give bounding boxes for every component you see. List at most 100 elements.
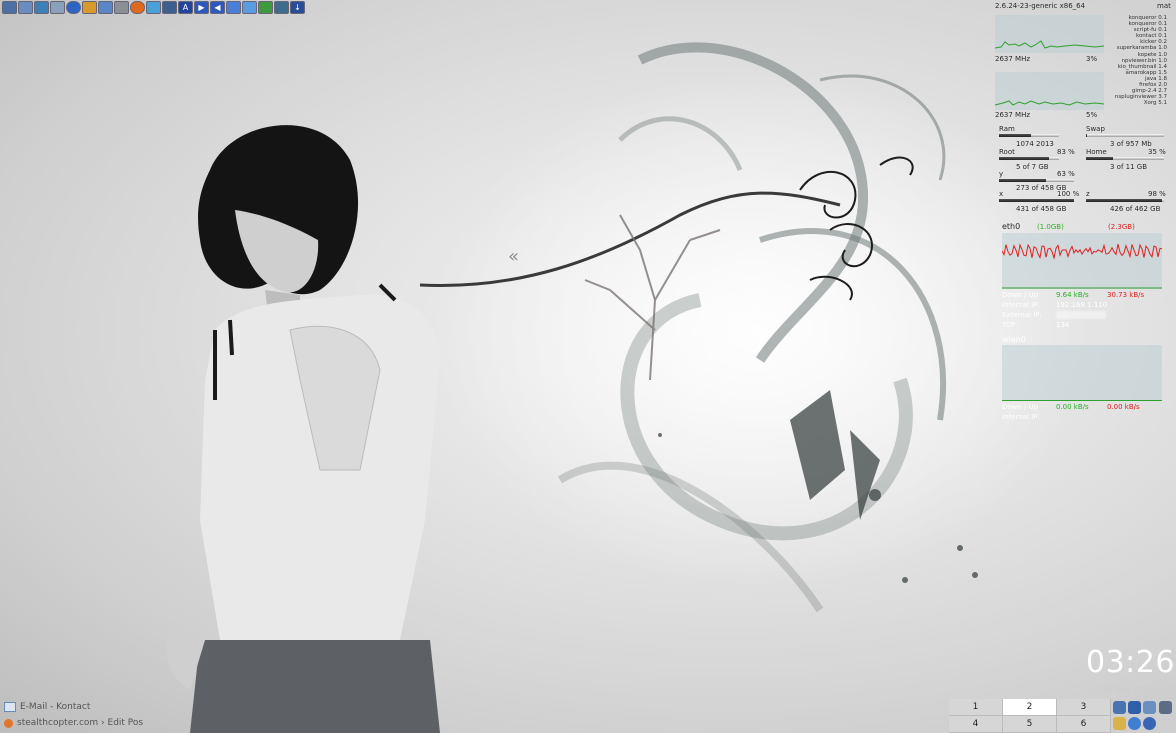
pager-desktop-6[interactable]: 6 bbox=[1057, 716, 1111, 733]
z-percent: 98 % bbox=[1148, 190, 1166, 198]
wlan0-up-rate: 0.00 kB/s bbox=[1107, 403, 1140, 411]
network-icon[interactable] bbox=[1143, 701, 1156, 714]
eth0-tcp-count: 134 bbox=[1056, 321, 1070, 329]
pager-desktop-2[interactable]: 2 bbox=[1003, 699, 1057, 716]
y-percent: 63 % bbox=[1057, 170, 1075, 178]
root-label: Root bbox=[999, 148, 1015, 156]
pager-desktop-3[interactable]: 3 bbox=[1057, 699, 1111, 716]
process-list: konqueror 0.1 konqueror 0.1 script-fu 0.1 k… bbox=[1115, 15, 1167, 106]
swap-value: 3 of 957 Mb bbox=[1110, 140, 1152, 148]
eth0-up-total: (2.3GB) bbox=[1108, 223, 1135, 231]
eth0-internal-ip: 192.168.1.110 bbox=[1056, 301, 1108, 309]
eth0-label: eth0 bbox=[1002, 222, 1021, 231]
ram-value: 1074 2013 bbox=[1016, 140, 1054, 148]
cpu1-load: 3% bbox=[1086, 55, 1098, 63]
process-item: superkaramba 1.0 bbox=[1116, 45, 1167, 52]
root-value: 5 of 7 GB bbox=[1016, 163, 1049, 171]
tools-icon[interactable] bbox=[82, 1, 97, 14]
x-percent: 100 % bbox=[1057, 190, 1080, 198]
display-icon[interactable] bbox=[1159, 701, 1172, 714]
folder-icon[interactable] bbox=[18, 1, 33, 14]
download-icon[interactable]: ↓ bbox=[290, 1, 305, 14]
home-label: Home bbox=[1086, 148, 1107, 156]
x-value: 431 of 458 GB bbox=[1016, 205, 1067, 213]
svg-text:«: « bbox=[508, 246, 519, 267]
eth0-down-rate: 9.64 kB/s bbox=[1056, 291, 1089, 299]
ram-bar bbox=[999, 134, 1059, 137]
desktop-pager: 1 2 3 4 5 6 bbox=[949, 699, 1111, 733]
wlan0-internal-label: Internal IP: bbox=[1002, 413, 1040, 421]
cpu2-load: 5% bbox=[1086, 111, 1098, 119]
shield-icon[interactable] bbox=[242, 1, 257, 14]
kopete-icon[interactable] bbox=[1143, 717, 1156, 730]
root-percent: 83 % bbox=[1057, 148, 1075, 156]
volume-icon[interactable] bbox=[1113, 701, 1126, 714]
home-percent: 35 % bbox=[1148, 148, 1166, 156]
quick-launcher: A ▶ ◀ ↓ bbox=[2, 1, 305, 14]
y-bar bbox=[999, 179, 1074, 182]
z-bar bbox=[1086, 199, 1164, 202]
eth0-down-total: (1.0GB) bbox=[1037, 223, 1064, 231]
trash-icon[interactable] bbox=[114, 1, 129, 14]
app-icon[interactable]: A bbox=[178, 1, 193, 14]
browser-icon[interactable] bbox=[66, 1, 81, 14]
process-item: npviewer.bin 1.0 bbox=[1121, 57, 1167, 64]
kernel-label: 2.6.24-23-generic x86_64 bbox=[995, 2, 1086, 10]
desktop-date: 16 May 2009 bbox=[1102, 685, 1155, 694]
cpu2-graph bbox=[994, 72, 1105, 110]
taskbar-item-label: E-Mail - Kontact bbox=[20, 702, 91, 712]
square-icon[interactable] bbox=[226, 1, 241, 14]
cpu1-graph bbox=[994, 15, 1105, 53]
chat-icon[interactable] bbox=[146, 1, 161, 14]
image-icon[interactable] bbox=[274, 1, 289, 14]
process-item: Xorg 5.1 bbox=[1143, 100, 1167, 107]
wlan0-downup-label: Down / Up bbox=[1002, 403, 1039, 411]
pager-desktop-5[interactable]: 5 bbox=[1003, 716, 1057, 733]
globe-icon[interactable] bbox=[1128, 717, 1141, 730]
process-item: kio_thumbnail 1.4 bbox=[1117, 63, 1167, 70]
user-label: mat bbox=[1157, 2, 1171, 10]
eth0-up-rate: 30.73 kB/s bbox=[1107, 291, 1145, 299]
desktop-clock: 03:26 bbox=[1086, 645, 1175, 680]
mail-icon bbox=[4, 702, 16, 712]
system-tray bbox=[1111, 699, 1176, 733]
x-bar bbox=[999, 199, 1074, 202]
pager-desktop-1[interactable]: 1 bbox=[949, 699, 1003, 716]
spreadsheet-icon[interactable] bbox=[258, 1, 273, 14]
clipboard-icon[interactable] bbox=[1113, 717, 1126, 730]
cpu2-frequency: 2637 MHz bbox=[995, 111, 1031, 119]
bluetooth-icon[interactable] bbox=[1128, 701, 1141, 714]
home-bar bbox=[1086, 157, 1164, 160]
arrow-right-icon[interactable]: ▶ bbox=[194, 1, 209, 14]
eth0-external-label: External IP: bbox=[1002, 311, 1042, 319]
wlan0-graph bbox=[1002, 345, 1162, 401]
firefox-icon bbox=[4, 718, 13, 728]
y-label: y bbox=[999, 170, 1004, 178]
monitor-icon[interactable] bbox=[2, 1, 17, 14]
eth0-tcp-label: TCP: bbox=[1002, 321, 1018, 329]
taskbar-item-browser[interactable]: stealthcopter.com › Edit Pos bbox=[4, 718, 143, 728]
arrow-left-icon[interactable]: ◀ bbox=[210, 1, 225, 14]
display-icon[interactable] bbox=[162, 1, 177, 14]
taskbar-item-label: stealthcopter.com › Edit Pos bbox=[17, 718, 144, 728]
printer-icon[interactable] bbox=[50, 1, 65, 14]
pager-desktop-4[interactable]: 4 bbox=[949, 716, 1003, 733]
root-bar bbox=[999, 157, 1059, 160]
network-icon[interactable] bbox=[34, 1, 49, 14]
firefox-icon[interactable] bbox=[130, 1, 145, 14]
z-label: z bbox=[1086, 190, 1090, 198]
home-value: 3 of 11 GB bbox=[1110, 163, 1148, 171]
taskbar-item-kontact[interactable]: E-Mail - Kontact bbox=[4, 702, 90, 712]
wlan0-label: wlan0 bbox=[1002, 335, 1026, 344]
ram-label: Ram bbox=[999, 125, 1015, 133]
window-icon[interactable] bbox=[98, 1, 113, 14]
wlan0-down-rate: 0.00 kB/s bbox=[1056, 403, 1089, 411]
z-value: 426 of 462 GB bbox=[1110, 205, 1161, 213]
eth0-internal-label: Internal IP: bbox=[1002, 301, 1040, 309]
eth0-downup-label: Down / Up bbox=[1002, 291, 1039, 299]
x-label: x bbox=[999, 190, 1004, 198]
cpu1-frequency: 2637 MHz bbox=[995, 55, 1031, 63]
swap-bar bbox=[1086, 134, 1164, 137]
swap-label: Swap bbox=[1086, 125, 1105, 133]
eth0-graph bbox=[1001, 233, 1163, 289]
